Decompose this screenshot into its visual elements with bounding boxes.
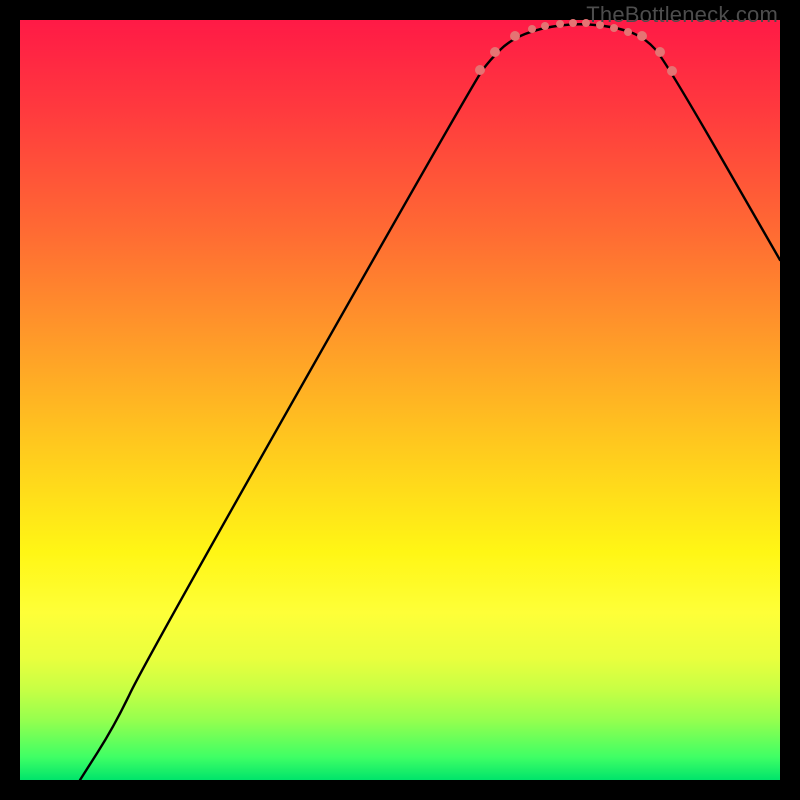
data-marker [637,31,647,41]
data-marker [541,22,549,30]
chart-svg [20,20,780,780]
data-marker [624,28,632,36]
data-marker [528,25,536,33]
data-marker [667,66,677,76]
plot-area [20,20,780,780]
chart-frame: TheBottleneck.com [0,0,800,800]
data-marker [569,19,577,27]
curve-line [80,24,780,780]
data-marker [655,47,665,57]
data-marker [490,47,500,57]
data-marker [556,20,564,28]
data-marker [510,31,520,41]
data-marker [475,65,485,75]
watermark-text: TheBottleneck.com [586,2,778,28]
